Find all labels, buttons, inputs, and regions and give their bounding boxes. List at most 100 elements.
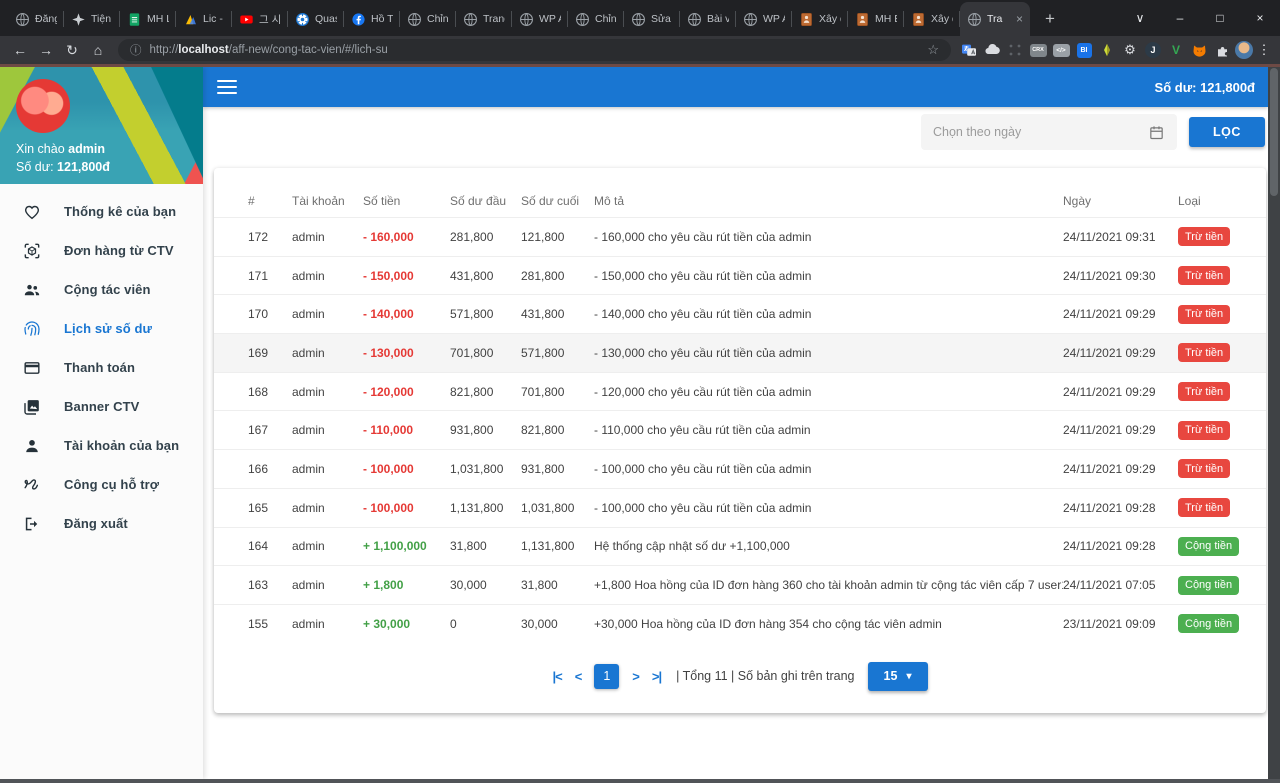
tab-title: Tiện íc bbox=[91, 13, 113, 25]
browser-tab[interactable]: Sửa s bbox=[624, 2, 680, 36]
browser-menu-icon[interactable]: ⋮ bbox=[1256, 42, 1272, 58]
browser-tab[interactable]: MH E bbox=[848, 2, 904, 36]
table-row[interactable]: 167admin- 110,000931,800821,800- 110,000… bbox=[214, 410, 1266, 449]
fox-icon[interactable] bbox=[1189, 40, 1209, 60]
type-badge: Trừ tiền bbox=[1178, 343, 1230, 362]
prev-page-icon[interactable]: < bbox=[575, 669, 582, 684]
page-scrollbar[interactable] bbox=[1268, 67, 1280, 779]
bi-icon[interactable]: BI bbox=[1074, 40, 1094, 60]
browser-tab[interactable]: Lic - P bbox=[176, 2, 232, 36]
sidebar-item-heart[interactable]: Thống kê của bạn bbox=[0, 192, 203, 231]
browser-tab[interactable]: Trang bbox=[456, 2, 512, 36]
browser-tab[interactable]: Xây d bbox=[904, 2, 960, 36]
browser-tab[interactable]: Quasa bbox=[288, 2, 344, 36]
lamp-icon[interactable] bbox=[1097, 40, 1117, 60]
table-row[interactable]: 165admin- 100,0001,131,8001,031,800- 100… bbox=[214, 488, 1266, 527]
row-id: 168 bbox=[248, 385, 292, 399]
table-row[interactable]: 163admin+ 1,80030,00031,800+1,800 Hoa hồ… bbox=[214, 565, 1266, 604]
new-tab-button[interactable]: + bbox=[1036, 5, 1064, 33]
window-maximize-button[interactable]: □ bbox=[1200, 0, 1240, 36]
tab-close-icon[interactable]: × bbox=[1016, 12, 1023, 26]
gesture-icon bbox=[22, 475, 42, 495]
current-page-button[interactable]: 1 bbox=[594, 664, 619, 689]
browser-tab[interactable]: Xây d bbox=[792, 2, 848, 36]
first-page-icon[interactable]: |< bbox=[552, 669, 561, 684]
sidebar-item-fingerprint[interactable]: Lịch sử số dư bbox=[0, 309, 203, 348]
sidebar-item-label: Đơn hàng từ CTV bbox=[64, 243, 174, 258]
sidebar-item-person[interactable]: Tài khoản của bạn bbox=[0, 426, 203, 465]
browser-tab[interactable]: WP A bbox=[512, 2, 568, 36]
browser-tab[interactable]: Đăng bbox=[8, 2, 64, 36]
hamburger-menu-icon[interactable] bbox=[217, 80, 237, 94]
bookmark-star-icon[interactable]: ☆ bbox=[927, 42, 939, 58]
grid-icon[interactable] bbox=[1005, 40, 1025, 60]
gear-icon[interactable]: ⚙ bbox=[1120, 40, 1140, 60]
row-balance-after: 931,800 bbox=[521, 462, 594, 476]
browser-tab[interactable]: WP A bbox=[736, 2, 792, 36]
next-page-icon[interactable]: > bbox=[632, 669, 639, 684]
address-bar[interactable]: ⓘ http://localhost/aff-new/cong-tac-vien… bbox=[118, 39, 951, 61]
sidebar-balance: Số dư: 121,800đ bbox=[16, 160, 110, 174]
per-page-value: 15 bbox=[884, 669, 898, 683]
table-row[interactable]: 171admin- 150,000431,800281,800- 150,000… bbox=[214, 256, 1266, 295]
row-amount: - 150,000 bbox=[363, 269, 450, 283]
browser-tab[interactable]: MH Li bbox=[120, 2, 176, 36]
row-balance-after: 1,131,800 bbox=[521, 539, 594, 553]
forward-button[interactable]: → bbox=[34, 38, 58, 62]
sidebar-menu: Thống kê của bạn Đơn hàng từ CTV Cộng tác … bbox=[0, 184, 203, 543]
window-menu-icon[interactable]: ∨ bbox=[1120, 0, 1160, 36]
home-button[interactable]: ⌂ bbox=[86, 38, 110, 62]
table-row[interactable]: 164admin+ 1,100,00031,8001,131,800Hệ thố… bbox=[214, 527, 1266, 566]
sidebar-item-credit-card[interactable]: Thanh toán bbox=[0, 348, 203, 387]
calendar-icon[interactable] bbox=[1148, 124, 1165, 141]
last-page-icon[interactable]: >| bbox=[652, 669, 661, 684]
date-filter-input[interactable]: Chọn theo ngày bbox=[921, 114, 1177, 150]
profile-avatar[interactable] bbox=[1235, 41, 1253, 59]
globe-icon bbox=[575, 12, 590, 27]
v-app-icon[interactable]: V bbox=[1166, 40, 1186, 60]
sidebar-item-scan-box[interactable]: Đơn hàng từ CTV bbox=[0, 231, 203, 270]
window-minimize-button[interactable]: – bbox=[1160, 0, 1200, 36]
column-header: Loại bbox=[1178, 194, 1248, 208]
filter-button[interactable]: LỌC bbox=[1189, 117, 1265, 147]
tab-title: MH Li bbox=[147, 13, 169, 25]
table-row[interactable]: 166admin- 100,0001,031,800931,800- 100,0… bbox=[214, 449, 1266, 488]
sidebar-item-people[interactable]: Cộng tác viên bbox=[0, 270, 203, 309]
window-close-button[interactable]: × bbox=[1240, 0, 1280, 36]
browser-tab[interactable]: Tra× bbox=[960, 2, 1030, 36]
sidebar-item-label: Thanh toán bbox=[64, 360, 135, 375]
translate-icon[interactable] bbox=[959, 40, 979, 60]
puzzle-icon[interactable] bbox=[1212, 40, 1232, 60]
table-row[interactable]: 155admin+ 30,000030,000+30,000 Hoa hồng … bbox=[214, 604, 1266, 643]
browser-tab[interactable]: Chỉnh bbox=[400, 2, 456, 36]
browser-tab[interactable]: Chỉnh bbox=[568, 2, 624, 36]
crx-icon[interactable]: CRX bbox=[1028, 40, 1048, 60]
sidebar-item-logout[interactable]: Đăng xuất bbox=[0, 504, 203, 543]
table-row[interactable]: 169admin- 130,000701,800571,800- 130,000… bbox=[214, 333, 1266, 372]
scrollbar-thumb[interactable] bbox=[1270, 68, 1278, 196]
cloud-icon[interactable] bbox=[982, 40, 1002, 60]
logout-icon bbox=[22, 514, 42, 534]
sidebar-item-label: Công cụ hỗ trợ bbox=[64, 477, 159, 492]
row-date: 23/11/2021 09:09 bbox=[1063, 617, 1178, 631]
browser-tab[interactable]: Bài vi bbox=[680, 2, 736, 36]
row-account: admin bbox=[292, 346, 363, 360]
sidebar-item-image[interactable]: Banner CTV bbox=[0, 387, 203, 426]
sidebar-item-gesture[interactable]: Công cụ hỗ trợ bbox=[0, 465, 203, 504]
row-balance-after: 571,800 bbox=[521, 346, 594, 360]
browser-tab[interactable]: Hồ Tr bbox=[344, 2, 400, 36]
table-row[interactable]: 172admin- 160,000281,800121,800- 160,000… bbox=[214, 217, 1266, 256]
per-page-select[interactable]: 15 ▾ bbox=[868, 662, 928, 691]
code-icon[interactable]: </> bbox=[1051, 40, 1071, 60]
table-row[interactable]: 168admin- 120,000821,800701,800- 120,000… bbox=[214, 372, 1266, 411]
back-button[interactable]: ← bbox=[8, 38, 32, 62]
tab-title: Xây d bbox=[931, 13, 953, 25]
browser-tab[interactable]: Tiện íc bbox=[64, 2, 120, 36]
table-row[interactable]: 170admin- 140,000571,800431,800- 140,000… bbox=[214, 294, 1266, 333]
reload-button[interactable]: ↻ bbox=[60, 38, 84, 62]
row-account: admin bbox=[292, 617, 363, 631]
browser-tab[interactable]: 그 시 bbox=[232, 2, 288, 36]
row-account: admin bbox=[292, 539, 363, 553]
site-info-icon[interactable]: ⓘ bbox=[130, 42, 142, 58]
j-app-icon[interactable]: J bbox=[1143, 40, 1163, 60]
